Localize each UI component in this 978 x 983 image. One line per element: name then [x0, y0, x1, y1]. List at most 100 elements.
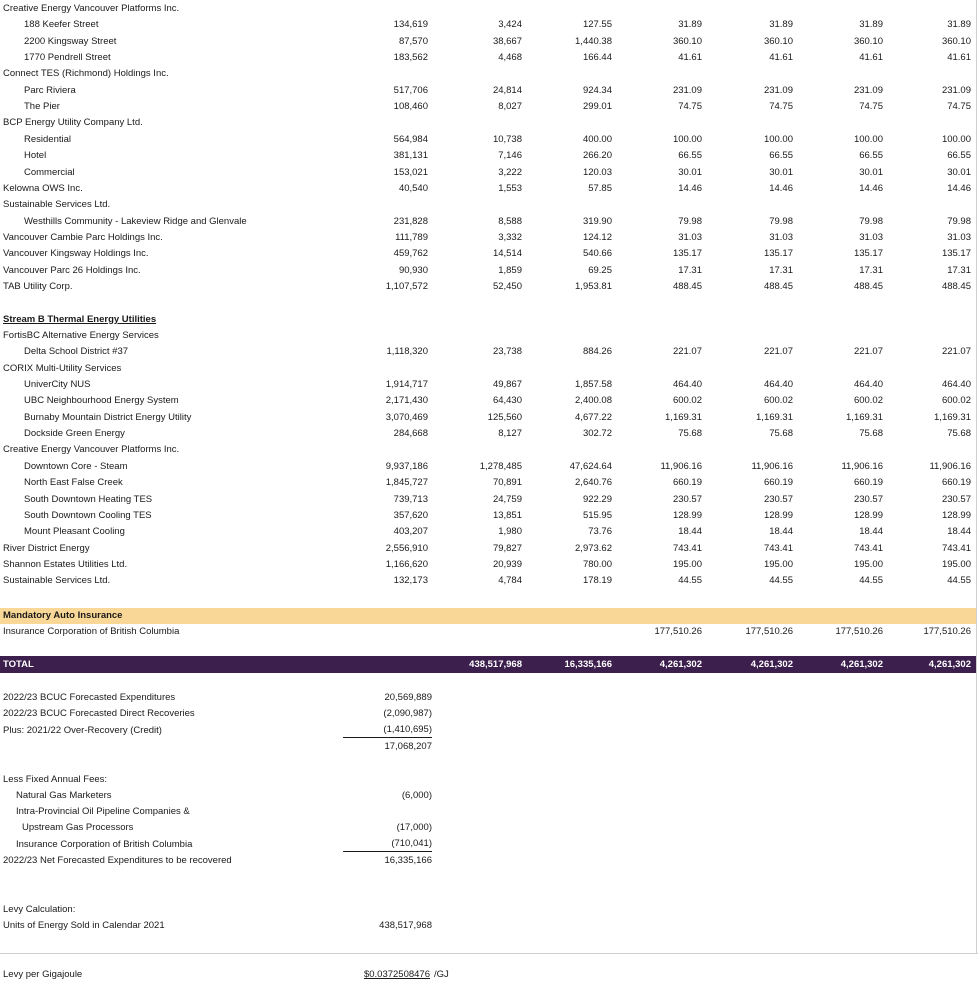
row-value: 884.26: [582, 346, 612, 358]
row-value: 31.03: [947, 231, 971, 243]
table-row: Dockside Green Energy 284,668 8,127 302.72 7…: [0, 426, 978, 442]
summary-label: Plus: 2021/22 Over-Recovery (Credit): [3, 724, 162, 736]
table-row: Creative Energy Vancouver Platforms Inc.: [0, 1, 978, 17]
summary-value: 20,569,889: [384, 692, 432, 703]
table-row: 1770 Pendrell Street 183,562 4,468 166.44 41…: [0, 50, 978, 66]
row-value: 44.55: [678, 575, 702, 587]
summary-row: Natural Gas Marketers (6,000): [0, 788, 978, 804]
row-value: 132,173: [393, 575, 428, 587]
row-value: 79.98: [678, 215, 702, 227]
row-value: 31.03: [769, 231, 793, 243]
summary-value: (710,041): [343, 837, 432, 852]
row-value: 221.07: [941, 346, 971, 358]
row-value: 17.31: [678, 264, 702, 276]
row-value: 14,514: [492, 248, 522, 260]
row-value: 178.19: [582, 575, 612, 587]
row-value: 74.75: [678, 101, 702, 113]
row-label: CORIX Multi-Utility Services: [3, 362, 122, 374]
row-value: 488.45: [941, 280, 971, 292]
row-value: 30.01: [859, 166, 883, 178]
row-value: 360.10: [941, 35, 971, 47]
mandatory-heading: Mandatory Auto Insurance: [0, 608, 978, 624]
summary-value: (6,000): [401, 789, 432, 801]
levy-spreadsheet: Creative Energy Vancouver Platforms Inc.…: [0, 0, 978, 980]
table-row: Downtown Core - Steam 9,937,186 1,278,485 4…: [0, 459, 978, 475]
row-value: 18.44: [769, 526, 793, 538]
row-value: 195.00: [672, 558, 702, 570]
row-value: 75.68: [769, 428, 793, 440]
summary-label: Intra-Provincial Oil Pipeline Companies …: [16, 806, 190, 818]
table-row: FortisBC Alternative Energy Services: [0, 328, 978, 344]
row-value: 87,570: [398, 35, 428, 47]
row-value: 134,619: [393, 19, 428, 31]
row-value: 231.09: [672, 84, 702, 96]
row-value: 11,906.16: [660, 460, 702, 472]
row-value: 7,146: [498, 150, 522, 162]
row-value: 100.00: [672, 133, 702, 145]
row-value: 221.07: [853, 346, 883, 358]
row-value: 47,624.64: [569, 460, 612, 472]
table-row: Connect TES (Richmond) Holdings Inc.: [0, 66, 978, 82]
row-value: 20,939: [492, 558, 522, 570]
row-label: Westhills Community - Lakeview Ridge and…: [24, 215, 247, 227]
total-row: TOTAL 438,517,968 16,335,166 4,261,302 4,261…: [0, 656, 978, 673]
row-label: 1770 Pendrell Street: [24, 52, 111, 64]
table-row: Delta School District #37 1,118,320 23,738…: [0, 344, 978, 360]
row-value: 540.66: [582, 248, 612, 260]
row-value: 195.00: [763, 558, 793, 570]
row-value: 660.19: [672, 477, 702, 489]
row-value: 360.10: [853, 35, 883, 47]
row-label: Vancouver Cambie Parc Holdings Inc.: [3, 231, 163, 243]
row-value: 381,131: [393, 150, 428, 162]
row-label: BCP Energy Utility Company Ltd.: [3, 117, 143, 129]
row-value: 17.31: [769, 264, 793, 276]
row-value: 1,857.58: [575, 379, 612, 391]
row-value: 357,620: [393, 509, 428, 521]
row-value: 299.01: [582, 101, 612, 113]
row-value: 135.17: [853, 248, 883, 260]
table-row: River District Energy 2,556,910 79,827 2,97…: [0, 541, 978, 557]
row-value: 66.55: [947, 150, 971, 162]
row-value: 319.90: [582, 215, 612, 227]
table-row: Vancouver Cambie Parc Holdings Inc. 111,7…: [0, 230, 978, 246]
summary-row: [0, 951, 978, 967]
row-value: 40,540: [398, 182, 428, 194]
total-value: 438,517,968: [469, 659, 522, 670]
table-row: Stream B Thermal Energy Utilities: [0, 312, 978, 328]
row-value: 79.98: [859, 215, 883, 227]
row-label: Sustainable Services Ltd.: [3, 199, 111, 211]
row-value: 90,930: [398, 264, 428, 276]
row-value: 17.31: [859, 264, 883, 276]
table-row: 188 Keefer Street 134,619 3,424 127.55 31.89…: [0, 17, 978, 33]
row-value: 660.19: [941, 477, 971, 489]
row-label: The Pier: [24, 101, 60, 113]
row-value: 8,027: [498, 101, 522, 113]
row-value: 135.17: [941, 248, 971, 260]
summary-value: (17,000): [396, 822, 432, 834]
row-value: 14.46: [947, 182, 971, 194]
row-value: 195.00: [941, 558, 971, 570]
row-value: 922.29: [582, 493, 612, 505]
row-value: 13,851: [492, 509, 522, 521]
row-value: 52,450: [492, 280, 522, 292]
summary-label: Upstream Gas Processors: [22, 822, 134, 834]
row-label: South Downtown Heating TES: [24, 493, 153, 505]
row-value: 3,424: [498, 19, 522, 31]
row-value: 23,738: [492, 346, 522, 358]
summary-label: Units of Energy Sold in Calendar 2021: [3, 920, 165, 932]
summary-row: [0, 935, 978, 951]
row-value: 743.41: [853, 542, 883, 554]
row-value: 1,859: [498, 264, 522, 276]
row-value: 2,400.08: [575, 395, 612, 407]
row-value: 31.89: [859, 19, 883, 31]
table-row: Sustainable Services Ltd. 132,173 4,784 178…: [0, 573, 978, 589]
summary-value: 17,068,207: [384, 740, 432, 752]
table-row: Burnaby Mountain District Energy Utility…: [0, 410, 978, 426]
row-label: UBC Neighbourhood Energy System: [24, 395, 179, 407]
row-value: 38,667: [492, 35, 522, 47]
table-row: South Downtown Heating TES 739,713 24,759 9…: [0, 492, 978, 508]
row-label: Parc Riviera: [24, 84, 76, 96]
row-value: 660.19: [853, 477, 883, 489]
row-value: 111,789: [395, 231, 428, 243]
row-value: 1,845,727: [385, 477, 428, 489]
